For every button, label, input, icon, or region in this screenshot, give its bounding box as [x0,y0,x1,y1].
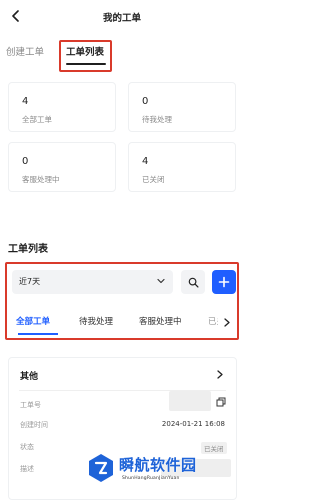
stat-pending-me[interactable]: 0 待我处理 [128,82,236,132]
stat-closed[interactable]: 4 已关闭 [128,142,236,192]
filter-tab-support-processing[interactable]: 客服处理中 [139,315,182,327]
status-label: 状态 [20,443,34,451]
watermark-name: 瞬航软件园 [119,456,197,474]
stat-value: 4 [22,96,29,107]
ticket-id-redacted [169,391,211,411]
stat-value: 4 [142,156,149,167]
created-time-label: 创建时间 [20,421,48,429]
search-button[interactable] [181,270,205,294]
watermark-logo-icon [89,454,113,482]
search-icon [188,277,199,288]
watermark: 瞬航软件园 ShunHangRuanJianYuan [86,452,244,500]
stat-label: 客服处理中 [22,175,60,184]
tab-create-ticket[interactable]: 创建工单 [6,44,44,58]
highlight-box-tab [59,40,112,72]
created-time-value: 2024-01-21 16:08 [161,420,225,428]
ticket-stats: 4 全部工单 0 待我处理 0 客服处理中 4 已关闭 [8,82,237,192]
stat-support-processing[interactable]: 0 客服处理中 [8,142,116,192]
tab-bar: 创建工单 工单列表 [0,38,244,70]
chevron-right-icon [224,317,230,327]
chevron-right-icon [217,370,223,379]
section-title: 工单列表 [8,244,48,255]
copy-icon[interactable] [216,397,226,407]
page-title: 我的工单 [102,13,141,24]
status-filter-tabs: 全部工单 待我处理 客服处理中 已关闭 [10,307,236,337]
add-ticket-button[interactable] [212,270,236,294]
filter-tab-active-indicator [18,333,58,335]
stat-label: 已关闭 [142,175,165,184]
stat-label: 全部工单 [22,115,52,124]
description-label: 描述 [20,465,34,473]
ticket-title: 其他 [20,372,39,382]
filter-tab-pending-me[interactable]: 待我处理 [79,315,113,327]
watermark-subtitle: ShunHangRuanJianYuan [122,476,180,481]
date-range-value: 近7天 [19,277,41,286]
stat-value: 0 [142,96,149,107]
stat-all-tickets[interactable]: 4 全部工单 [8,82,116,132]
filter-tab-all[interactable]: 全部工单 [16,315,50,327]
filter-tabs-scroll-right[interactable] [218,307,236,337]
date-range-select[interactable]: 近7天 [12,270,173,294]
top-bar: 我的工单 [0,0,244,36]
ticket-id-label: 工单号 [20,401,41,409]
chevron-down-icon [157,278,165,284]
plus-icon [218,276,230,288]
stat-value: 0 [22,156,29,167]
stat-label: 待我处理 [142,115,172,124]
